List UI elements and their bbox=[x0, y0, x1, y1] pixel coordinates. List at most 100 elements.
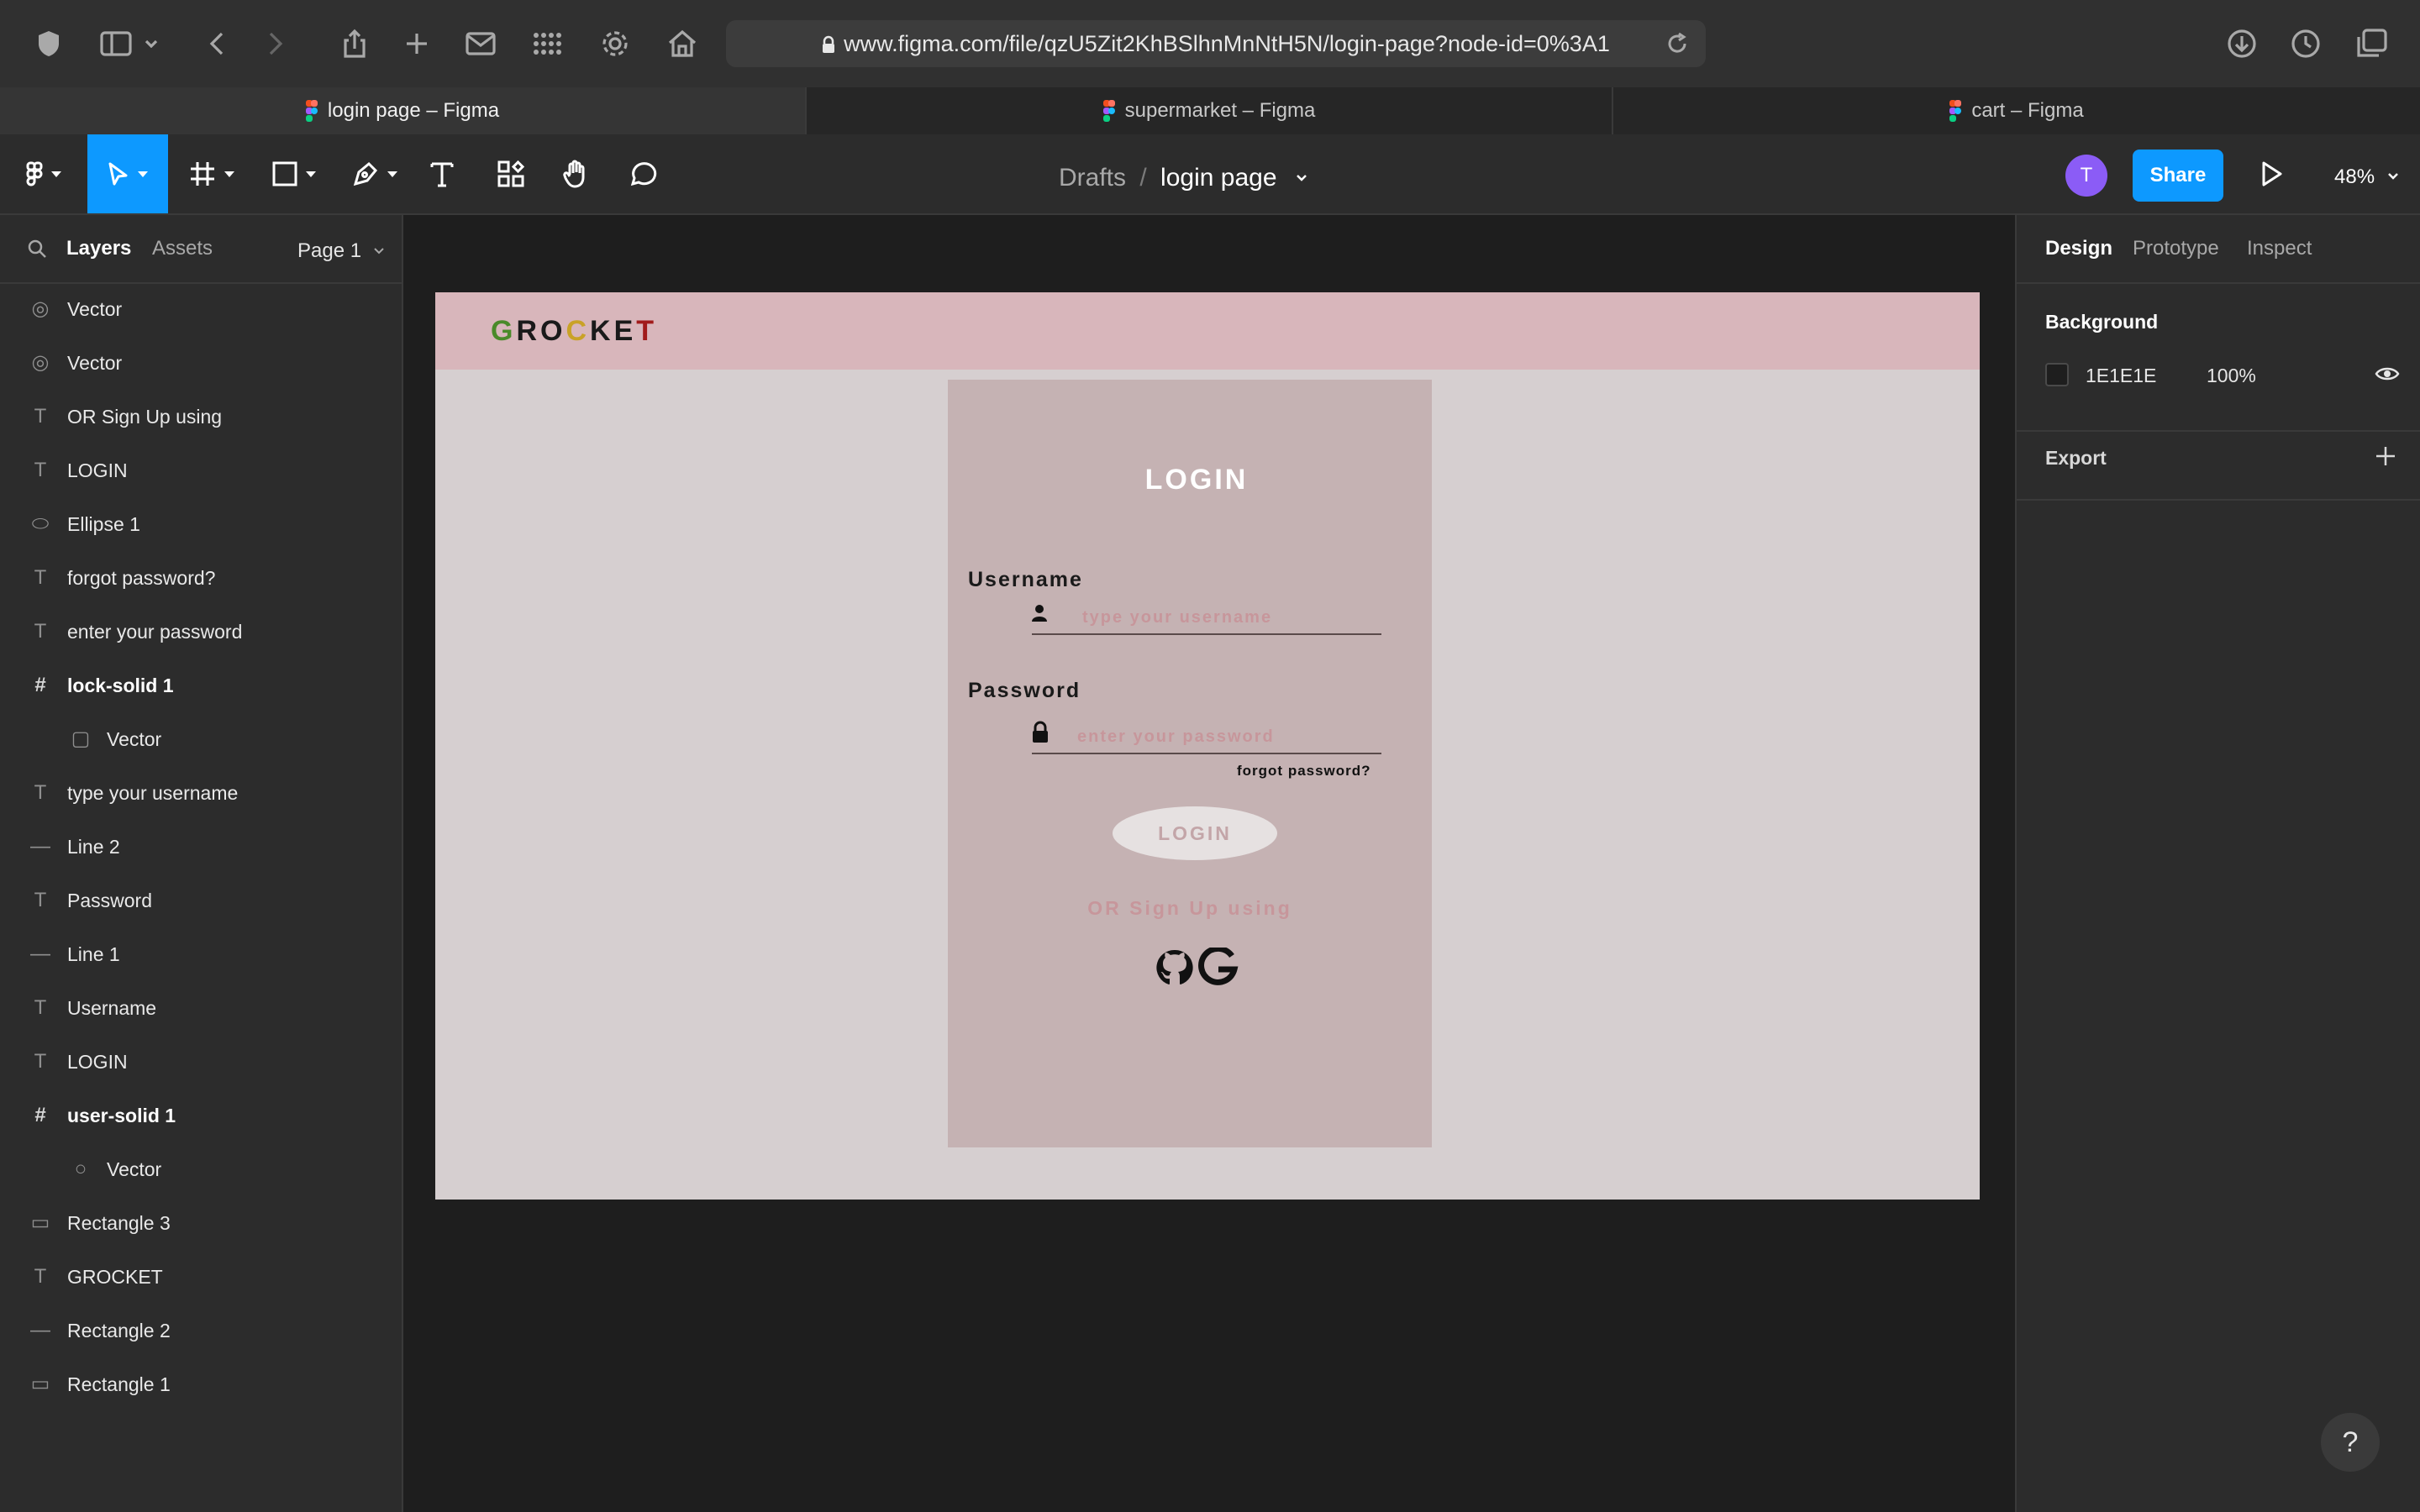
shield-icon[interactable] bbox=[30, 25, 67, 62]
forgot-password-link[interactable]: forgot password? bbox=[1237, 763, 1371, 780]
username-placeholder[interactable]: type your username bbox=[1082, 608, 1272, 627]
frame-icon: # bbox=[34, 674, 46, 696]
main-menu-button[interactable] bbox=[17, 134, 71, 213]
tab-inspect[interactable]: Inspect bbox=[2247, 215, 2312, 282]
hand-tool[interactable] bbox=[558, 134, 595, 213]
comment-tool[interactable] bbox=[625, 134, 662, 213]
tab-prototype[interactable]: Prototype bbox=[2133, 215, 2219, 282]
page-selector[interactable]: Page 1 bbox=[297, 215, 384, 285]
background-opacity[interactable]: 100% bbox=[2207, 365, 2256, 387]
layer-row[interactable]: T LOGIN bbox=[0, 1035, 402, 1089]
layer-row[interactable]: — Rectangle 2 bbox=[0, 1304, 402, 1357]
sidebar-icon[interactable] bbox=[97, 25, 134, 62]
tab-title: supermarket – Figma bbox=[1124, 99, 1316, 122]
play-icon[interactable] bbox=[2259, 160, 2284, 192]
layer-row[interactable]: # user-solid 1 bbox=[0, 1089, 402, 1142]
layer-row[interactable]: T OR Sign Up using bbox=[0, 390, 402, 444]
layer-row[interactable]: Tenter your password bbox=[0, 605, 402, 659]
new-tab-icon[interactable] bbox=[398, 25, 435, 62]
avatar[interactable]: T bbox=[2065, 155, 2107, 197]
grid-icon[interactable] bbox=[529, 25, 566, 62]
frame-icon: # bbox=[34, 1104, 46, 1126]
layer-row[interactable]: ▭ Rectangle 1 bbox=[0, 1357, 402, 1411]
layer-row[interactable]: ▢ Vector bbox=[0, 712, 402, 766]
layer-row[interactable]: ⬭ Ellipse 1 bbox=[0, 497, 402, 551]
pen-tool[interactable] bbox=[343, 134, 407, 213]
layer-row[interactable]: ○ Vector bbox=[0, 1142, 402, 1196]
github-icon[interactable] bbox=[1155, 948, 1195, 992]
layer-row[interactable]: Tforgot password? bbox=[0, 551, 402, 605]
browser-tab-cart[interactable]: cart – Figma bbox=[1613, 87, 2420, 134]
layer-row[interactable]: — Line 1 bbox=[0, 927, 402, 981]
browser-tab-supermarket[interactable]: supermarket – Figma bbox=[807, 87, 1613, 134]
layer-name: Rectangle 3 bbox=[67, 1212, 171, 1234]
login-button[interactable]: LOGIN bbox=[1113, 806, 1277, 860]
search-icon[interactable] bbox=[27, 239, 47, 263]
browser-tab-login-page[interactable]: login page – Figma bbox=[0, 87, 807, 134]
layer-row[interactable]: Ttype your username bbox=[0, 766, 402, 820]
properties-tabs: Design Prototype Inspect bbox=[2017, 215, 2420, 284]
background-swatch[interactable] bbox=[2045, 363, 2069, 386]
tab-title: cart – Figma bbox=[1971, 99, 2084, 122]
resources-tool[interactable] bbox=[492, 134, 529, 213]
pen-icon bbox=[353, 161, 378, 186]
layer-row[interactable]: T Username bbox=[0, 981, 402, 1035]
page-name: Page 1 bbox=[297, 239, 362, 262]
breadcrumb: Drafts / login page bbox=[1059, 134, 1445, 215]
move-tool[interactable] bbox=[87, 134, 168, 213]
file-name[interactable]: login page bbox=[1160, 164, 1276, 192]
layer-row[interactable]: ◎ Vector bbox=[0, 282, 402, 336]
mail-icon[interactable] bbox=[462, 25, 499, 62]
background-hex[interactable]: 1E1E1E bbox=[2086, 365, 2156, 387]
breadcrumb-drafts[interactable]: Drafts bbox=[1059, 164, 1126, 192]
download-icon[interactable] bbox=[2223, 25, 2260, 62]
layer-name: Rectangle 2 bbox=[67, 1320, 171, 1341]
home-icon[interactable] bbox=[664, 25, 701, 62]
help-button[interactable]: ? bbox=[2321, 1413, 2380, 1472]
text-icon: T bbox=[34, 889, 47, 911]
lock-icon: ▢ bbox=[71, 727, 91, 750]
line-icon: — bbox=[30, 1319, 50, 1341]
line-icon: — bbox=[30, 835, 50, 858]
gear-icon[interactable] bbox=[597, 25, 634, 62]
text-tool[interactable] bbox=[424, 134, 460, 213]
zoom-menu[interactable]: 48% bbox=[2334, 134, 2410, 215]
share-button[interactable]: Share bbox=[2133, 150, 2223, 202]
chevron-down-icon[interactable] bbox=[1296, 134, 1307, 215]
layer-name: GROCKET bbox=[67, 1266, 163, 1288]
layer-row[interactable]: — Line 2 bbox=[0, 820, 402, 874]
add-export-icon[interactable] bbox=[2375, 445, 2396, 471]
shape-tool[interactable] bbox=[262, 134, 326, 213]
layer-row[interactable]: # lock-solid 1 bbox=[0, 659, 402, 712]
layer-name: Vector bbox=[107, 1158, 162, 1180]
tab-layers[interactable]: Layers bbox=[66, 215, 131, 282]
layer-row[interactable]: T Password bbox=[0, 874, 402, 927]
browser-toolbar: www.figma.com/file/qzU5Zit2KhBSlhnMnNtH5… bbox=[0, 0, 2420, 87]
frame-tool[interactable] bbox=[180, 134, 244, 213]
figma-logo-icon bbox=[305, 100, 318, 122]
layer-row[interactable]: ▭ Rectangle 3 bbox=[0, 1196, 402, 1250]
ellipse-icon: ⬭ bbox=[31, 512, 50, 535]
eye-icon[interactable] bbox=[2375, 365, 2400, 387]
back-icon[interactable] bbox=[198, 25, 235, 62]
tab-assets[interactable]: Assets bbox=[152, 215, 213, 282]
logo-letter: G bbox=[491, 315, 517, 347]
address-bar[interactable]: www.figma.com/file/qzU5Zit2KhBSlhnMnNtH5… bbox=[726, 20, 1706, 67]
reload-icon[interactable] bbox=[1665, 32, 1689, 60]
user-icon: ○ bbox=[74, 1158, 87, 1180]
layers-panel-header: Layers Assets Page 1 bbox=[0, 215, 402, 284]
chevron-down-icon[interactable] bbox=[141, 25, 161, 62]
tab-design[interactable]: Design bbox=[2045, 215, 2112, 282]
layer-row[interactable]: T LOGIN bbox=[0, 444, 402, 497]
google-icon[interactable] bbox=[1197, 945, 1239, 992]
tab-overview-icon[interactable] bbox=[2353, 25, 2390, 62]
login-title: LOGIN bbox=[1144, 464, 1249, 496]
layer-row[interactable]: ◎ Vector bbox=[0, 336, 402, 390]
login-page-frame[interactable]: GROCKET LOGIN Username type your usernam… bbox=[435, 292, 1980, 1200]
history-icon[interactable] bbox=[2287, 25, 2324, 62]
logo-letter: R bbox=[516, 315, 541, 347]
layer-row[interactable]: T GROCKET bbox=[0, 1250, 402, 1304]
share-sheet-icon[interactable] bbox=[336, 25, 373, 62]
forward-icon[interactable] bbox=[257, 25, 294, 62]
password-placeholder[interactable]: enter your password bbox=[1077, 727, 1275, 747]
